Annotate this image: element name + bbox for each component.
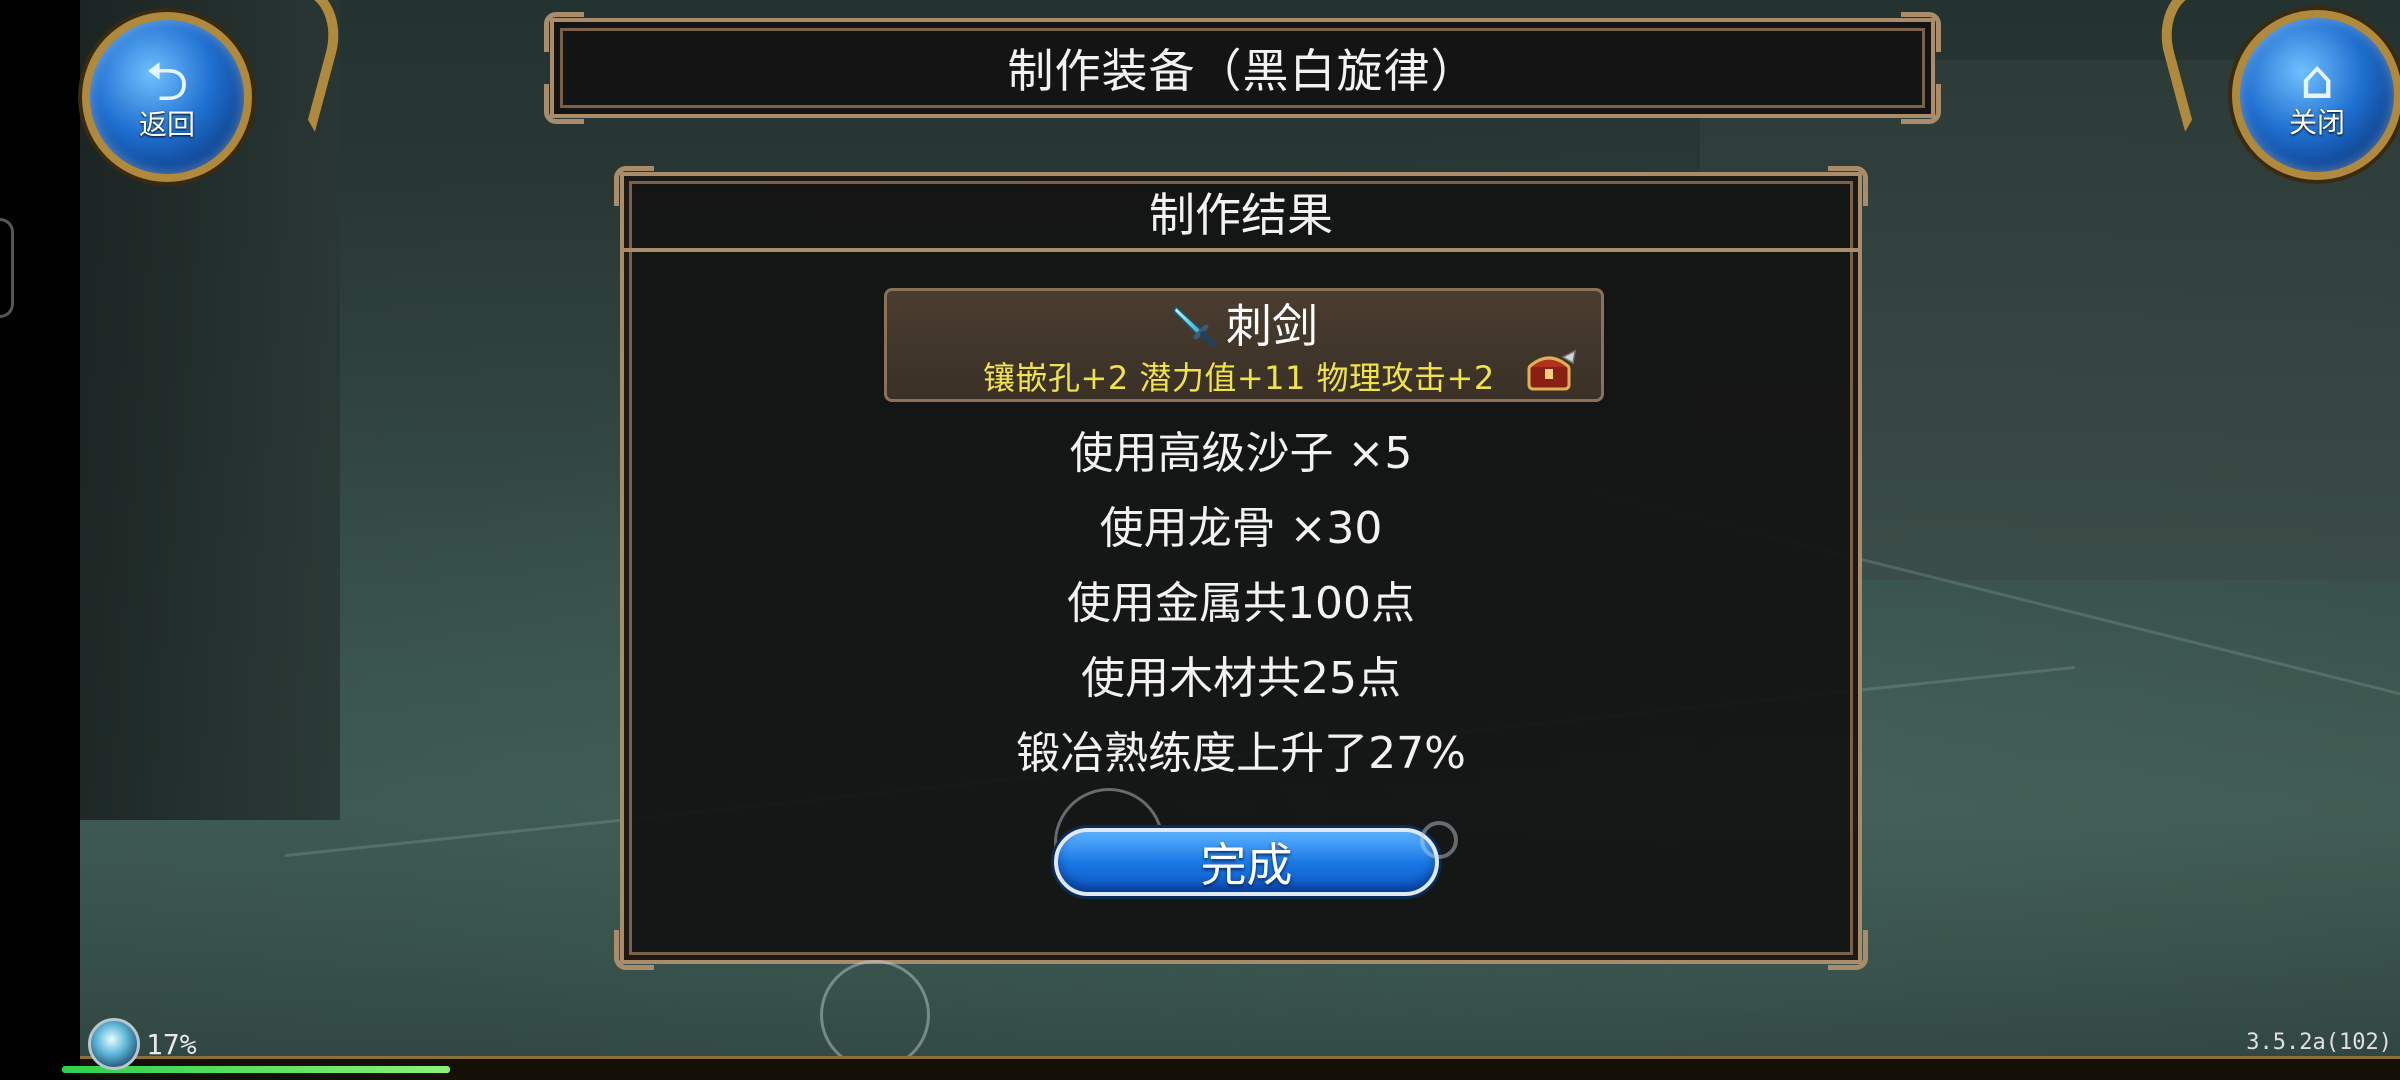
- spirit-orb-icon[interactable]: [88, 1018, 140, 1070]
- side-drawer-handle[interactable]: [0, 218, 14, 318]
- panel-title: 制作结果: [1149, 188, 1333, 242]
- banner-corner-ornament: [1901, 12, 1941, 52]
- crafted-item-card[interactable]: 刺剑 镶嵌孔+2 潜力值+11 物理攻击+2: [884, 288, 1604, 402]
- touch-ripple: [820, 960, 930, 1070]
- item-name-row: 刺剑: [887, 301, 1601, 351]
- result-line-metal: 使用金属共100点: [1067, 578, 1415, 629]
- back-button-label: 返回: [138, 108, 195, 141]
- panel-corner-ornament: [1828, 930, 1868, 970]
- banner-corner-ornament: [544, 84, 584, 124]
- back-button[interactable]: ⮌ 返回: [82, 12, 252, 182]
- banner-corner-ornament: [544, 12, 584, 52]
- item-stats: 镶嵌孔+2 潜力值+11 物理攻击+2: [983, 359, 1495, 397]
- touch-ripple: [1420, 821, 1458, 859]
- result-line-dragon-bone: 使用龙骨 ×30: [1099, 503, 1383, 554]
- panel-corner-ornament: [614, 166, 654, 206]
- panel-header: 制作结果: [624, 176, 1858, 252]
- back-arrow-icon: ⮌: [145, 50, 189, 113]
- close-button-label: 关闭: [2288, 106, 2345, 139]
- left-black-bar: [0, 0, 80, 1080]
- panel-corner-ornament: [614, 930, 654, 970]
- result-line-wood: 使用木材共25点: [1081, 653, 1401, 704]
- done-button-label: 完成: [1200, 838, 1293, 892]
- result-line-sand: 使用高级沙子 ×5: [1069, 428, 1413, 479]
- craft-result-panel: 制作结果 刺剑 镶嵌孔+2 潜力值+11 物理攻击+2 使用高级沙子 ×5 使用…: [620, 172, 1862, 964]
- experience-percent: 17%: [146, 1028, 197, 1061]
- game-screen: ⮌ 返回 ⌂ 关闭 制作装备（黑白旋律） 制作结果 刺剑 镶嵌孔+2 潜力值+1…: [0, 0, 2400, 1080]
- done-button[interactable]: 完成: [1054, 828, 1439, 896]
- title-banner: 制作装备（黑白旋律）: [550, 18, 1935, 118]
- item-name: 刺剑: [1226, 299, 1318, 353]
- treasure-chest-icon: [1527, 349, 1576, 391]
- home-icon: ⌂: [2299, 48, 2335, 111]
- panel-corner-ornament: [1828, 166, 1868, 206]
- sword-icon: [1173, 305, 1217, 348]
- version-label: 3.5.2a(102): [2246, 1030, 2392, 1055]
- page-title: 制作装备（黑白旋律）: [1007, 44, 1478, 98]
- banner-corner-ornament: [1901, 84, 1941, 124]
- close-button[interactable]: ⌂ 关闭: [2232, 10, 2400, 180]
- result-lines: 使用高级沙子 ×5 使用龙骨 ×30 使用金属共100点 使用木材共25点 锻冶…: [624, 416, 1858, 791]
- result-line-proficiency: 锻冶熟练度上升了27%: [1016, 728, 1466, 779]
